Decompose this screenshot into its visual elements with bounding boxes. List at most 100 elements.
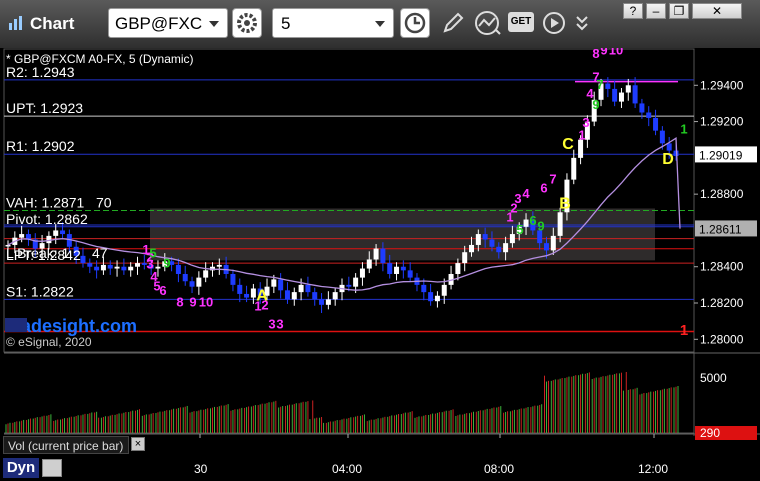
pencil-icon[interactable] [440, 10, 466, 36]
chevron-down-icon [375, 21, 385, 27]
candle-body [462, 252, 468, 264]
candle-body [666, 143, 672, 151]
line-tool-icon[interactable] [474, 10, 502, 36]
get-button[interactable]: GET [508, 12, 534, 32]
td-count: 5 [149, 246, 156, 261]
y-tick-label: 1.28200 [700, 296, 744, 310]
candle-body [87, 263, 93, 267]
td-count: 3 [268, 316, 275, 331]
candle-body [489, 239, 495, 247]
level-label-extra: 70 [96, 194, 112, 210]
close-button[interactable]: ✕ [692, 3, 742, 19]
interval-select[interactable]: 5 [272, 8, 394, 38]
time-tick: 04:00 [332, 462, 363, 476]
candle-body [121, 266, 127, 271]
td-count: 10 [609, 48, 623, 57]
candle-body [216, 264, 222, 267]
settings-button[interactable] [232, 8, 262, 38]
minimize-button[interactable]: – [646, 3, 666, 19]
level-label: S1: 1.2822 [6, 283, 74, 299]
pc-badge [5, 318, 27, 332]
time-tick: 30 [194, 462, 208, 476]
td-count: 3 [514, 191, 521, 206]
play-icon[interactable] [542, 11, 566, 35]
help-button[interactable]: ? [623, 3, 643, 19]
volume-pane-label: Vol (current price bar) [3, 436, 129, 454]
candle-body [175, 264, 181, 274]
candle-body [346, 284, 352, 287]
title-bar: Chart GBP@FXC 5 GET ? – ❐ ✕ [0, 0, 760, 49]
chart-header: * GBP@FXCM A0-FX, 5 (Dynamic) [6, 52, 194, 66]
level-label: R1: 1.2902 [6, 138, 75, 154]
candle-body [571, 157, 577, 180]
chevrons-icon[interactable] [574, 14, 590, 32]
symbol-select[interactable]: GBP@FXC [108, 8, 228, 38]
annotation-c: C [562, 136, 574, 153]
candle-body [366, 259, 372, 269]
td-count: 9 [537, 218, 544, 233]
td-count: 1 [680, 121, 687, 136]
y-tick-label: 1.28800 [700, 187, 744, 201]
minimize-icon: – [652, 4, 660, 18]
candle-body [196, 277, 202, 287]
candle-body [353, 277, 359, 287]
candle-body [380, 248, 386, 264]
candle-body [612, 88, 618, 102]
candle-body [428, 292, 434, 302]
td-count: 10 [199, 295, 213, 310]
candle-body [230, 273, 236, 285]
candle-body [60, 230, 66, 235]
last-price-label: 1.29019 [699, 148, 743, 162]
candle-body [19, 234, 25, 238]
candle-body [312, 292, 318, 300]
candle-body [203, 270, 209, 278]
td-count: 8 [176, 295, 183, 310]
gear-icon [237, 13, 257, 33]
candle-body [278, 279, 284, 291]
restore-icon: ❐ [673, 4, 685, 18]
candle-body [503, 243, 509, 253]
candle-body [482, 234, 488, 240]
price-chart[interactable]: R2: 1.2943 UPT: 1.2923 R1: 1.2902 VAH: 1.28… [0, 48, 760, 456]
candle-body [625, 85, 631, 93]
symbol-value: GBP@FXC [115, 14, 203, 33]
candle-body [421, 284, 427, 293]
candle-body [182, 273, 188, 282]
candle-body [523, 219, 529, 227]
candle-body [550, 235, 556, 251]
candle-body [509, 234, 515, 244]
candle-body [557, 212, 563, 236]
close-icon: ✕ [711, 4, 723, 18]
candle-body [394, 266, 400, 274]
restore-button[interactable]: ❐ [669, 3, 689, 19]
candle-body [325, 299, 331, 305]
volume-tick-label: 5000 [700, 371, 727, 385]
time-button[interactable] [400, 8, 430, 38]
td-count: 9 [163, 256, 170, 271]
td-count: 3 [276, 316, 283, 331]
candle-body [135, 263, 141, 267]
time-tick: 12:00 [638, 462, 669, 476]
candle-body [653, 117, 659, 131]
level-label: Pivot: 1.2862 [6, 211, 88, 227]
candle-body [319, 299, 325, 305]
candle-body [305, 284, 311, 293]
chevron-down-icon [209, 21, 219, 27]
candle-body [298, 284, 304, 293]
candle-body [53, 230, 59, 236]
binoculars-icon[interactable] [42, 459, 62, 477]
collapse-icon[interactable]: × [131, 437, 145, 451]
candle-body [80, 255, 86, 264]
td-count: 9 [189, 295, 196, 310]
value-area-shade [150, 208, 655, 261]
y-tick-label: 1.28000 [700, 332, 744, 346]
chart-app-icon [9, 16, 22, 30]
candle-body [646, 112, 652, 118]
candle-body [605, 83, 611, 89]
interval-value: 5 [281, 14, 291, 33]
candle-body [359, 268, 365, 278]
level-label-extra: 47 [92, 245, 108, 261]
dyn-button[interactable]: Dyn [3, 458, 39, 478]
candle-body [100, 264, 106, 271]
candle-body [387, 263, 393, 274]
